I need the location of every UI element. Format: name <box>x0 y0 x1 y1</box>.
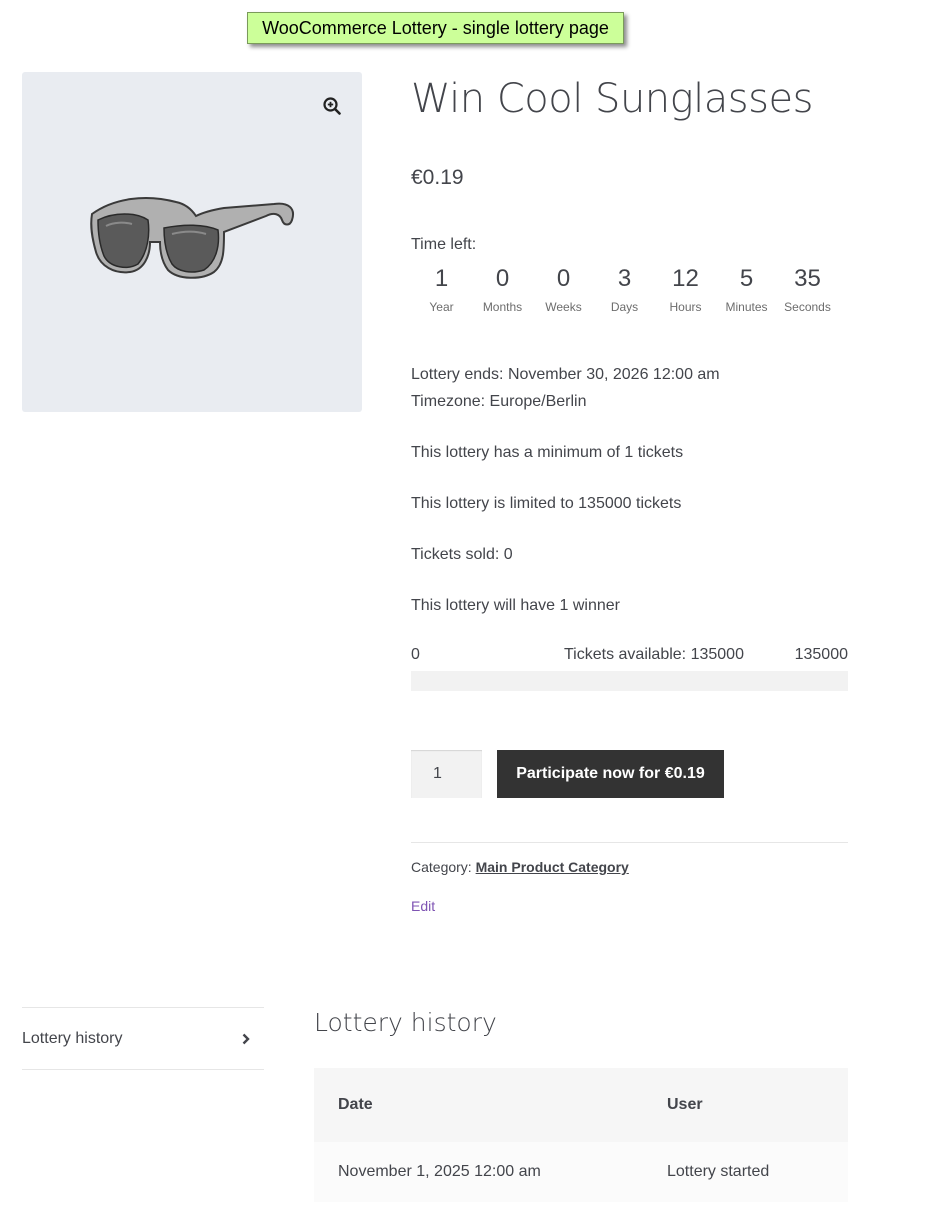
countdown-unit-label: Weeks <box>545 300 582 314</box>
product-category: Category: Main Product Category <box>411 859 629 875</box>
product-gallery <box>22 72 362 412</box>
lottery-end-date: Lottery ends: November 30, 2026 12:00 am <box>411 366 720 383</box>
countdown-timer: 1 Year 0 Months 0 Weeks 3 Days 12 Hours … <box>411 264 838 314</box>
table-row: November 1, 2025 12:00 am Lottery starte… <box>314 1142 848 1202</box>
product-tabs: Lottery history <box>22 1007 264 1070</box>
history-title: Lottery history <box>314 1008 497 1037</box>
countdown-unit-label: Hours <box>669 300 702 314</box>
history-table: Date User November 1, 2025 12:00 am Lott… <box>314 1068 848 1202</box>
countdown-weeks: 0 Weeks <box>533 264 594 314</box>
countdown-unit-label: Days <box>610 300 639 314</box>
countdown-value: 5 <box>739 265 754 292</box>
table-header-row: Date User <box>314 1068 848 1142</box>
history-date-cell: November 1, 2025 12:00 am <box>314 1142 643 1202</box>
edit-link[interactable]: Edit <box>411 898 435 914</box>
countdown-value: 1 <box>434 265 449 292</box>
history-user-cell: Lottery started <box>643 1142 848 1202</box>
lottery-max-tickets: This lottery is limited to 135000 ticket… <box>411 495 682 512</box>
column-header-user: User <box>643 1068 848 1142</box>
tab-lottery-history[interactable]: Lottery history <box>22 1007 264 1070</box>
lottery-tickets-sold: Tickets sold: 0 <box>411 546 513 563</box>
countdown-value: 12 <box>672 265 699 292</box>
countdown-days: 3 Days <box>594 264 655 314</box>
ticket-progress-labels: 0 Tickets available: 135000 135000 <box>411 646 848 666</box>
lottery-timezone: Timezone: Europe/Berlin <box>411 393 587 410</box>
participate-button[interactable]: Participate now for €0.19 <box>497 750 724 798</box>
banner-text: WooCommerce Lottery - single lottery pag… <box>262 17 609 38</box>
countdown-unit-label: Seconds <box>784 300 831 314</box>
countdown-months: 0 Months <box>472 264 533 314</box>
product-price: €0.19 <box>411 166 464 189</box>
countdown-unit-label: Minutes <box>725 300 768 314</box>
progress-min-label: 0 <box>411 646 420 663</box>
countdown-unit-label: Months <box>482 300 523 314</box>
time-left-label: Time left: <box>411 236 477 253</box>
countdown-minutes: 5 Minutes <box>716 264 777 314</box>
product-image-sunglasses[interactable] <box>84 190 298 290</box>
chevron-right-icon <box>242 1033 250 1045</box>
lottery-min-tickets: This lottery has a minimum of 1 tickets <box>411 444 684 461</box>
quantity-input[interactable] <box>411 750 482 798</box>
tickets-available-label: Tickets available: 135000 <box>564 646 744 663</box>
product-title: Win Cool Sunglasses <box>411 76 813 122</box>
gallery-zoom-trigger[interactable] <box>320 94 344 118</box>
category-label: Category: <box>411 859 472 875</box>
countdown-value: 3 <box>617 265 632 292</box>
category-link[interactable]: Main Product Category <box>476 859 629 875</box>
countdown-seconds: 35 Seconds <box>777 264 838 314</box>
page-caption-banner: WooCommerce Lottery - single lottery pag… <box>247 12 624 44</box>
column-header-date: Date <box>314 1068 643 1142</box>
zoom-in-icon <box>323 97 341 115</box>
countdown-value: 0 <box>495 265 510 292</box>
meta-divider <box>411 842 848 843</box>
countdown-value: 35 <box>794 265 821 292</box>
countdown-year: 1 Year <box>411 264 472 314</box>
countdown-value: 0 <box>556 265 571 292</box>
progress-max-label: 135000 <box>794 646 848 663</box>
tab-label: Lottery history <box>22 1029 123 1047</box>
countdown-unit-label: Year <box>429 300 454 314</box>
countdown-hours: 12 Hours <box>655 264 716 314</box>
ticket-progress-bar <box>411 671 848 691</box>
lottery-winners: This lottery will have 1 winner <box>411 597 620 614</box>
